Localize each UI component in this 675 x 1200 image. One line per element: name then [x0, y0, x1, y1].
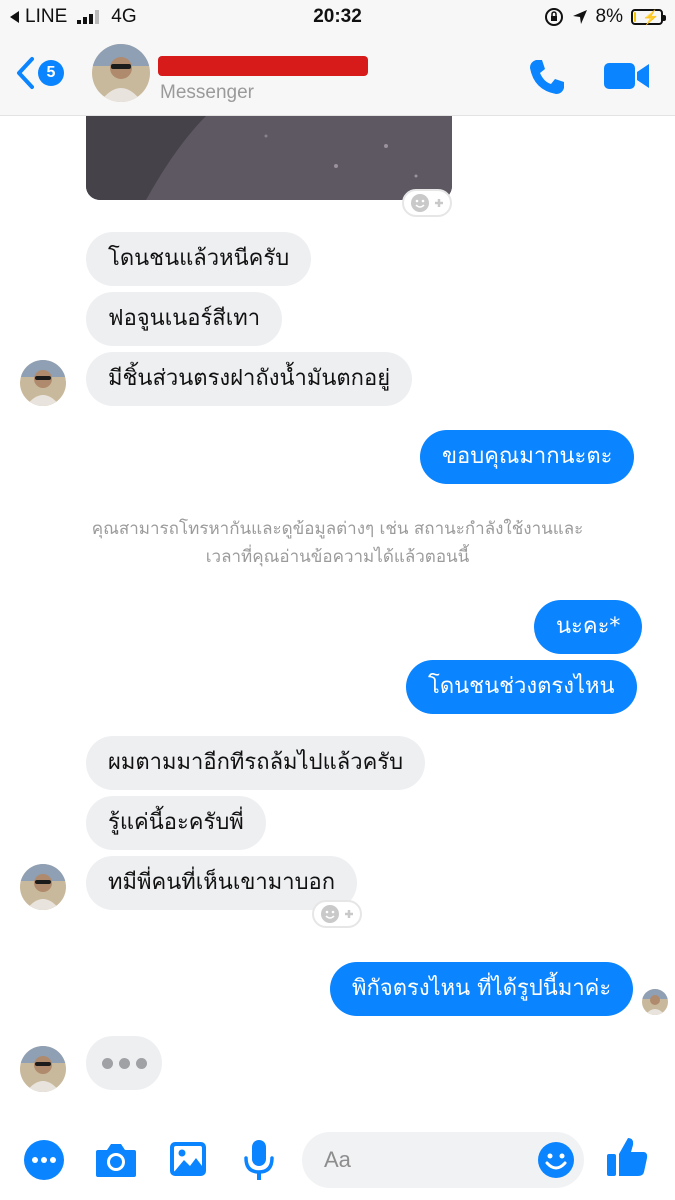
contact-avatar[interactable]: [92, 44, 150, 102]
status-right: 8% ⚡: [544, 6, 666, 28]
add-reaction-button[interactable]: [312, 900, 362, 928]
contact-name-redacted: [158, 46, 368, 80]
video-camera-icon: [604, 63, 649, 89]
status-bar: LINE 4G 20:32 8% ⚡: [0, 0, 675, 34]
more-options-button[interactable]: [22, 1138, 66, 1186]
incoming-message[interactable]: ผมตามมาอีกทีรถล้มไปแล้วครับ: [86, 736, 426, 790]
like-button[interactable]: [604, 1134, 650, 1184]
add-reaction-button[interactable]: [402, 189, 452, 217]
outgoing-message[interactable]: นะคะ*: [534, 600, 643, 654]
incoming-message[interactable]: มีชิ้นส่วนตรงฝาถังน้ำมันตกอยู่: [86, 352, 413, 406]
voice-message-button[interactable]: [242, 1138, 276, 1186]
photo-message[interactable]: [86, 116, 452, 200]
outgoing-message[interactable]: พิกัจตรงไหน ที่ได้รูปนี้มาค่ะ: [330, 962, 634, 1016]
image-icon: [170, 1142, 206, 1176]
unread-count-badge: 5: [38, 60, 64, 86]
system-notice-line: เวลาที่คุณอ่านข้อความได้แล้วตอนนี้: [205, 547, 470, 567]
sender-avatar[interactable]: [20, 864, 66, 910]
video-call-button[interactable]: [603, 60, 651, 96]
incoming-message[interactable]: รู้แค่นี้อะครับพี่: [86, 796, 266, 850]
system-notice: คุณสามารถโทรหากันและดูข้อมูลต่างๆ เช่น ส…: [30, 515, 645, 571]
outgoing-message[interactable]: โดนชนช่วงตรงไหน: [406, 660, 637, 714]
battery-percent: 8%: [595, 6, 623, 27]
microphone-icon: [244, 1140, 274, 1180]
gallery-button[interactable]: [168, 1140, 208, 1182]
battery-icon: ⚡: [631, 9, 666, 25]
smiley-icon: [538, 1142, 574, 1178]
phone-icon: [530, 60, 564, 94]
thumbs-up-icon: [607, 1138, 648, 1176]
incoming-message[interactable]: ทมีพี่คนที่เห็นเขามาบอก: [86, 856, 358, 910]
more-dots-icon: [24, 1140, 64, 1180]
seen-receipt-avatar: [642, 989, 668, 1015]
outgoing-message[interactable]: ขอบคุณมากนะตะ: [420, 430, 635, 484]
smiley-plus-icon: [411, 194, 443, 212]
camera-button[interactable]: [94, 1140, 138, 1184]
conversation-header: 5 Messenger: [0, 34, 675, 116]
incoming-message[interactable]: โดนชนแล้วหนีครับ: [86, 232, 312, 286]
typing-indicator: [86, 1036, 162, 1090]
system-notice-line: คุณสามารถโทรหากันและดูข้อมูลต่างๆ เช่น ส…: [91, 519, 584, 539]
orientation-lock-icon: [544, 8, 563, 26]
incoming-message[interactable]: ฟอจูนเนอร์สีเทา: [86, 292, 283, 346]
message-composer: [0, 1118, 675, 1200]
back-button[interactable]: 5: [14, 56, 64, 90]
emoji-button[interactable]: [536, 1140, 576, 1184]
location-icon: [572, 10, 587, 24]
voice-call-button[interactable]: [526, 56, 568, 102]
contact-subtitle: Messenger: [160, 82, 254, 103]
sender-avatar[interactable]: [20, 360, 66, 406]
camera-icon: [96, 1144, 136, 1177]
smiley-plus-icon: [321, 905, 353, 923]
chevron-left-icon: [17, 57, 34, 89]
sender-avatar[interactable]: [20, 1046, 66, 1092]
